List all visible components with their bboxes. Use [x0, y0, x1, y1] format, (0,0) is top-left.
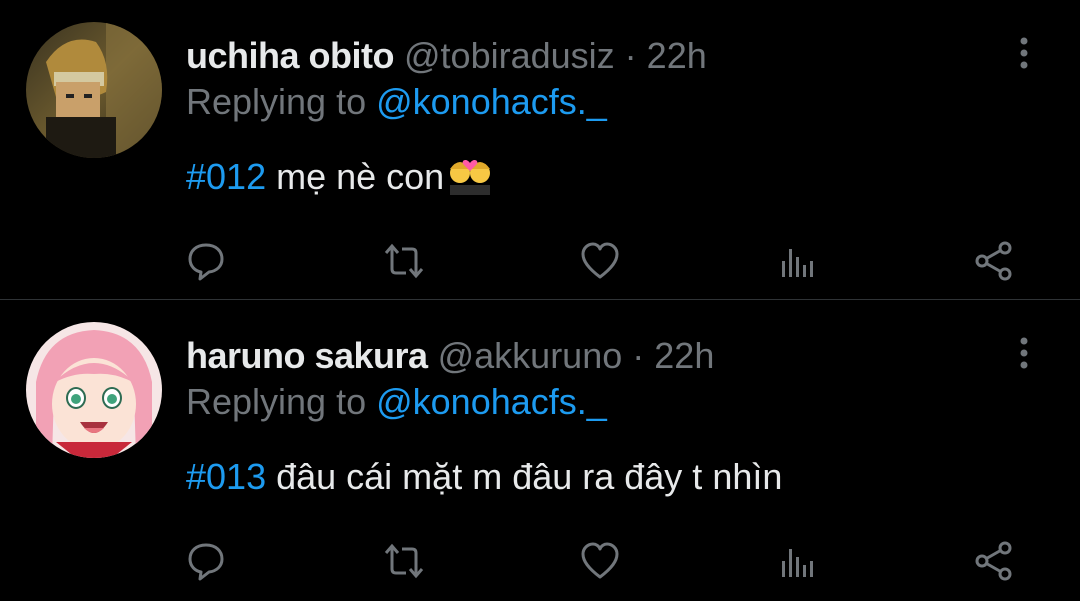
- share-button[interactable]: [970, 538, 1018, 584]
- display-name[interactable]: haruno sakura: [186, 335, 428, 376]
- avatar-image: [26, 322, 162, 458]
- timestamp[interactable]: 22h: [647, 35, 707, 76]
- reply-button[interactable]: [182, 538, 230, 584]
- separator-dot: ·: [624, 35, 637, 76]
- avatar[interactable]: [26, 322, 162, 458]
- retweet-arrows-icon: [384, 543, 424, 579]
- action-bar: [0, 238, 1080, 284]
- retweet-button[interactable]: [380, 538, 428, 584]
- tweet-body-text: đâu cái mặt m đâu ra đây t nhìn: [266, 456, 783, 497]
- more-options-button[interactable]: [1010, 36, 1038, 70]
- retweet-arrows-icon: [384, 243, 424, 279]
- heart-outline-icon: [581, 242, 619, 279]
- tweet-body-text: mẹ nè con: [266, 156, 445, 197]
- analytics-button[interactable]: [772, 238, 820, 284]
- avatar[interactable]: [26, 22, 162, 158]
- tweet-header: uchiha obito @tobiradusiz · 22h: [186, 34, 707, 78]
- bar-chart-icon: [782, 249, 813, 277]
- share-nodes-icon: [975, 241, 1012, 281]
- share-nodes-icon: [975, 541, 1012, 581]
- hashtag-link[interactable]: #012: [186, 156, 266, 197]
- vertical-ellipsis-icon: [1020, 37, 1028, 69]
- replying-prefix: Replying to: [186, 381, 377, 422]
- share-button[interactable]: [970, 238, 1018, 284]
- replying-to: Replying to @konohacfs._: [186, 80, 607, 124]
- hashtag-link[interactable]: #013: [186, 456, 266, 497]
- more-options-button[interactable]: [1010, 336, 1038, 370]
- timestamp[interactable]: 22h: [654, 335, 714, 376]
- display-name[interactable]: uchiha obito: [186, 35, 394, 76]
- user-handle[interactable]: @akkuruno: [438, 335, 623, 376]
- mention-link[interactable]: @konohacfs._: [376, 81, 607, 122]
- tweet-text: #012 mẹ nè con: [186, 154, 494, 206]
- replying-to: Replying to @konohacfs._: [186, 380, 607, 424]
- bar-chart-icon: [782, 549, 813, 577]
- avatar-image: [26, 22, 162, 158]
- speech-bubble-icon: [188, 543, 224, 581]
- like-button[interactable]: [576, 238, 624, 284]
- action-bar: [0, 538, 1080, 584]
- vertical-ellipsis-icon: [1020, 337, 1028, 369]
- tweet-text: #013 đâu cái mặt m đâu ra đây t nhìn: [186, 454, 782, 500]
- tweet[interactable]: uchiha obito @tobiradusiz · 22h Replying…: [0, 0, 1080, 299]
- replying-prefix: Replying to: [186, 81, 377, 122]
- speech-bubble-icon: [188, 243, 224, 281]
- analytics-button[interactable]: [772, 538, 820, 584]
- mention-link[interactable]: @konohacfs._: [376, 381, 607, 422]
- user-handle[interactable]: @tobiradusiz: [404, 35, 615, 76]
- reply-button[interactable]: [182, 238, 230, 284]
- tweet[interactable]: haruno sakura @akkuruno · 22h Replying t…: [0, 300, 1080, 601]
- couple-with-heart-emoji-icon: [446, 155, 494, 206]
- tweet-header: haruno sakura @akkuruno · 22h: [186, 334, 714, 378]
- retweet-button[interactable]: [380, 238, 428, 284]
- separator-dot: ·: [632, 335, 645, 376]
- like-button[interactable]: [576, 538, 624, 584]
- heart-outline-icon: [581, 542, 619, 579]
